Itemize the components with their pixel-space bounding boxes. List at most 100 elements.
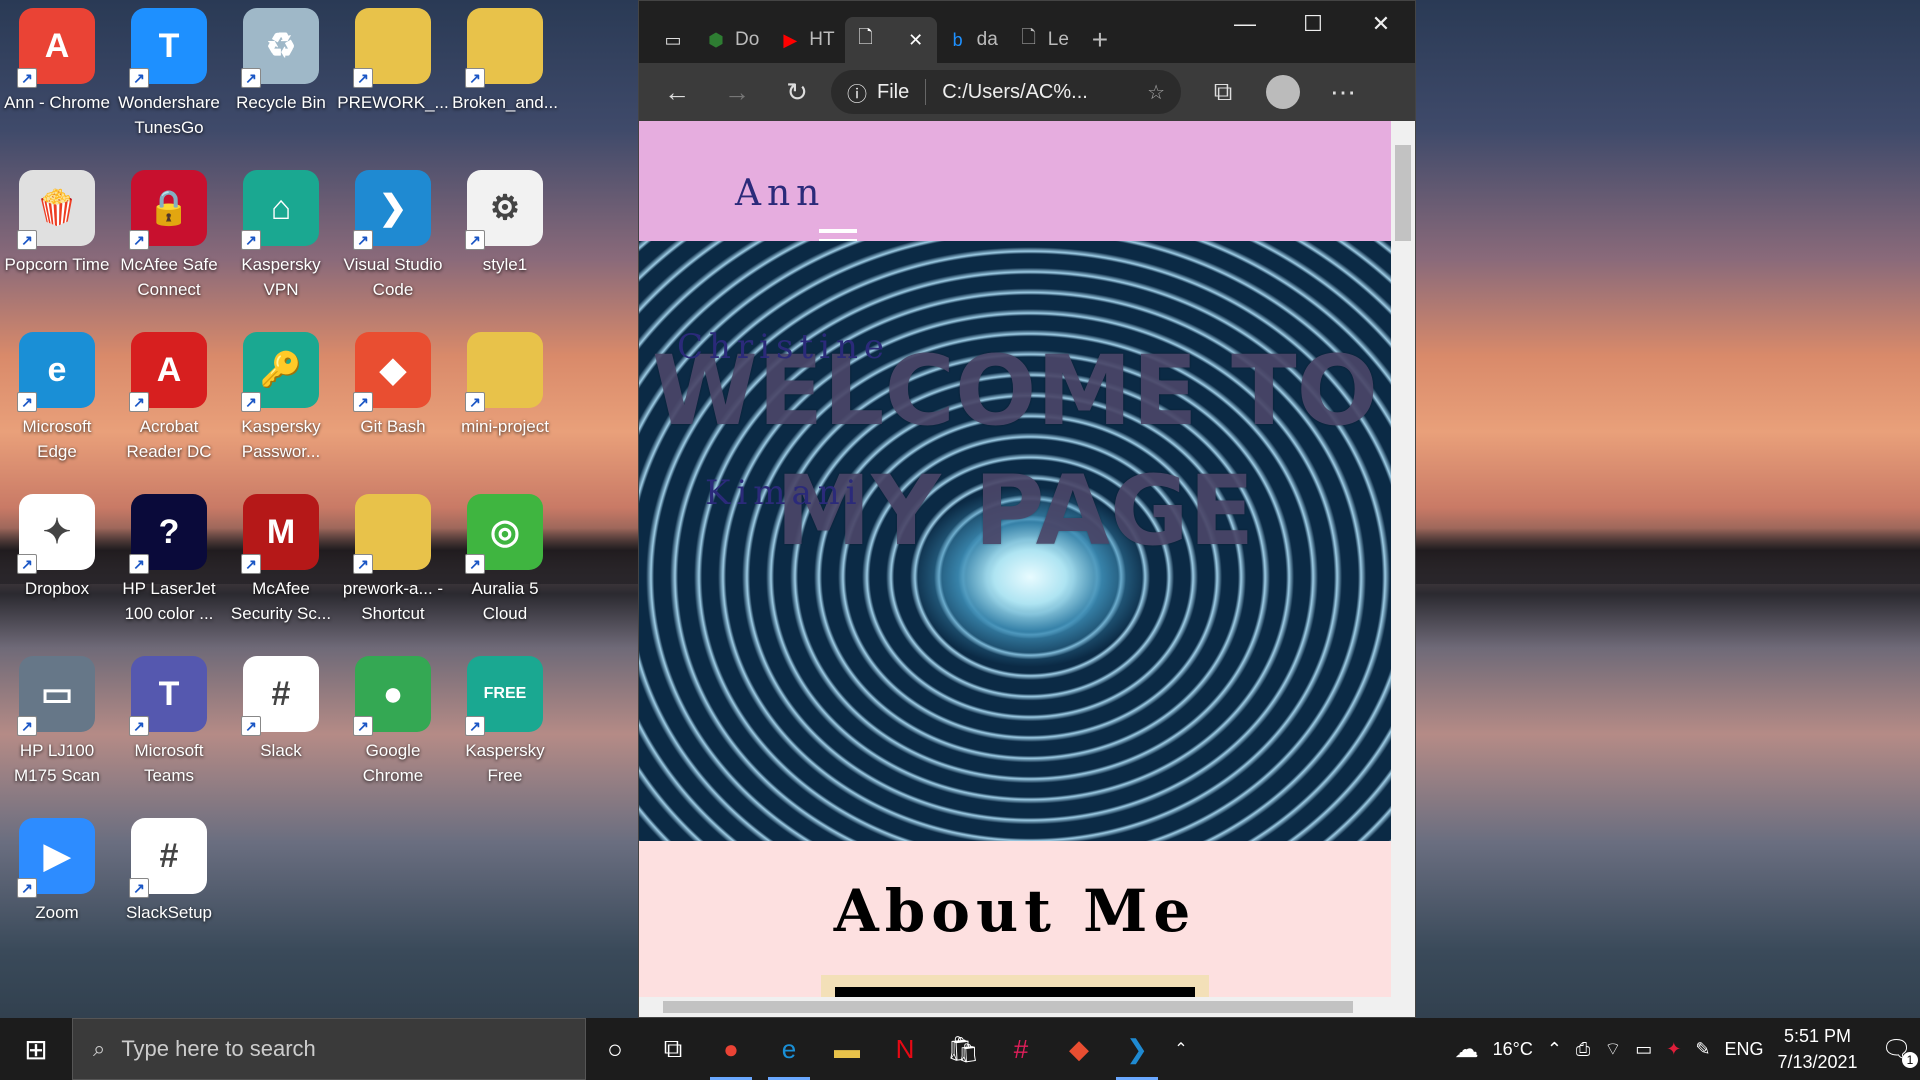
file-explorer-icon[interactable]: ▬: [818, 1018, 876, 1080]
battery-icon[interactable]: ▭: [1635, 1039, 1652, 1060]
tab-da[interactable]: b da: [937, 17, 1008, 63]
shortcut-arrow-icon: ↗: [353, 392, 373, 412]
tab-ht[interactable]: ▶ HT: [769, 17, 844, 63]
zoom-icon: ▶ ↗: [17, 818, 95, 898]
tunesgo-icon: T ↗: [129, 8, 207, 88]
store-icon[interactable]: 🛍: [934, 1018, 992, 1080]
close-tab-icon[interactable]: ✕: [905, 29, 927, 51]
netflix-icon[interactable]: N: [876, 1018, 934, 1080]
desktop-icon[interactable]: ▭ ↗ HP LJ100 M175 Scan: [1, 650, 113, 800]
shortcut-arrow-icon: ↗: [465, 716, 485, 736]
desktop-icon-label: Ann - Chrome: [4, 93, 110, 112]
desktop-icon[interactable]: ↗ PREWORK_...: [337, 2, 449, 152]
maximize-icon[interactable]: ☐: [1279, 1, 1347, 47]
vertical-scrollbar[interactable]: [1391, 121, 1415, 1001]
desktop-icon[interactable]: M ↗ McAfee Security Sc...: [225, 488, 337, 638]
weather-icon[interactable]: ☁: [1455, 1035, 1479, 1064]
desktop-icon[interactable]: # ↗ SlackSetup: [113, 812, 225, 962]
desktop-icon[interactable]: ? ↗ HP LaserJet 100 color ...: [113, 488, 225, 638]
shortcut-arrow-icon: ↗: [129, 230, 149, 250]
git-taskbar-icon[interactable]: ◆: [1050, 1018, 1108, 1080]
new-tab-button[interactable]: +: [1079, 17, 1121, 63]
folder-icon: ↗: [465, 332, 543, 412]
back-icon[interactable]: ←: [651, 70, 703, 114]
desktop-icon[interactable]: 🍿 ↗ Popcorn Time: [1, 164, 113, 314]
collections-icon[interactable]: ⧉: [1197, 70, 1249, 114]
desktop-icon[interactable]: ◎ ↗ Auralia 5 Cloud: [449, 488, 561, 638]
desktop-icon-label: Google Chrome: [362, 741, 424, 785]
shortcut-arrow-icon: ↗: [129, 716, 149, 736]
desktop-icon[interactable]: ↗ mini-project: [449, 326, 561, 476]
desktop-icon[interactable]: ▶ ↗ Zoom: [1, 812, 113, 962]
desktop-icon[interactable]: A ↗ Ann - Chrome: [1, 2, 113, 152]
slack-icon: # ↗: [241, 656, 319, 736]
shortcut-arrow-icon: ↗: [353, 68, 373, 88]
desktop-icon[interactable]: ⚙ ↗ style1: [449, 164, 561, 314]
edge-taskbar-icon[interactable]: e: [760, 1018, 818, 1080]
shortcut-arrow-icon: ↗: [129, 68, 149, 88]
hero-last-name: Kimani: [705, 473, 863, 513]
pen-icon[interactable]: ✎: [1695, 1039, 1710, 1060]
desktop-icon[interactable]: ● ↗ Google Chrome: [337, 650, 449, 800]
desktop-icon-label: Microsoft Teams: [134, 741, 204, 785]
profile-button[interactable]: [1257, 70, 1309, 114]
shortcut-arrow-icon: ↗: [465, 230, 485, 250]
scrollbar-thumb[interactable]: [1395, 145, 1411, 241]
clock[interactable]: 5:51 PM 7/13/2021: [1777, 1023, 1857, 1075]
language-indicator[interactable]: ENG: [1724, 1039, 1763, 1060]
desktop-icon[interactable]: 🔒 ↗ McAfee Safe Connect: [113, 164, 225, 314]
desktop-icon[interactable]: e ↗ Microsoft Edge: [1, 326, 113, 476]
chrome-icon: A ↗: [17, 8, 95, 88]
window-controls: — ☐ ✕: [1211, 1, 1415, 47]
taskbar-search[interactable]: ⌕ Type here to search: [72, 1018, 586, 1080]
overflow-chevron-icon[interactable]: ⌃: [1166, 1018, 1196, 1080]
desktop-icon[interactable]: 🔑 ↗ Kaspersky Passwor...: [225, 326, 337, 476]
tab-actions-icon[interactable]: ▭: [651, 29, 695, 51]
forward-icon[interactable]: →: [711, 70, 763, 114]
mcafee-icon: 🔒 ↗: [129, 170, 207, 250]
scrollbar-thumb[interactable]: [663, 1001, 1353, 1013]
notifications-icon[interactable]: 🗨 1: [1882, 1035, 1918, 1068]
folder-shortcut-icon: ↗: [353, 494, 431, 574]
desktop-icon[interactable]: ↗ Broken_and...: [449, 2, 561, 152]
tab-active[interactable]: 🗋 ✕: [844, 17, 937, 63]
slack-taskbar-icon[interactable]: #: [992, 1018, 1050, 1080]
desktop-icon[interactable]: T ↗ Microsoft Teams: [113, 650, 225, 800]
more-options-icon[interactable]: ⋯: [1317, 70, 1369, 114]
horizontal-scrollbar[interactable]: [639, 997, 1415, 1017]
refresh-icon[interactable]: ↻: [771, 70, 823, 114]
desktop-icon[interactable]: FREE ↗ Kaspersky Free: [449, 650, 561, 800]
kaspersky-tab-icon: ⬢: [708, 29, 724, 50]
info-icon[interactable]: ⓘ: [847, 78, 867, 107]
shortcut-arrow-icon: ↗: [17, 230, 37, 250]
close-window-icon[interactable]: ✕: [1347, 1, 1415, 47]
hero-banner: WELCOME TO MY PAGE Christine Kimani: [639, 241, 1391, 841]
minimize-icon[interactable]: —: [1211, 1, 1279, 47]
system-tray: ☁ 16°C ⌃ ⎙ ⌔ ▭ ✦ ✎ ENG 5:51 PM 7/13/2021…: [1455, 1023, 1920, 1075]
desktop-icon[interactable]: ✦ ↗ Dropbox: [1, 488, 113, 638]
meet-now-icon[interactable]: ⎙: [1576, 1039, 1590, 1060]
cortana-icon[interactable]: ○: [586, 1018, 644, 1080]
desktop-icon[interactable]: ↗ prework-a... - Shortcut: [337, 488, 449, 638]
chrome-icon: ● ↗: [353, 656, 431, 736]
network-icon[interactable]: ⌔: [1604, 1038, 1621, 1061]
dropbox-tray-icon[interactable]: ✦: [1666, 1039, 1681, 1060]
add-favorite-icon[interactable]: ☆: [1147, 80, 1165, 105]
shortcut-arrow-icon: ↗: [465, 554, 485, 574]
vscode-taskbar-icon[interactable]: ❯: [1108, 1018, 1166, 1080]
task-view-icon[interactable]: ⧉: [644, 1018, 702, 1080]
desktop-icon[interactable]: ⌂ ↗ Kaspersky VPN: [225, 164, 337, 314]
desktop-icon[interactable]: ◆ ↗ Git Bash: [337, 326, 449, 476]
desktop-icon[interactable]: A ↗ Acrobat Reader DC: [113, 326, 225, 476]
tab-le[interactable]: 🗋 Le: [1008, 17, 1079, 63]
address-bar[interactable]: ⓘ File C:/Users/AC%... ☆: [831, 70, 1181, 114]
windows-start-icon[interactable]: ⊞: [0, 1018, 72, 1080]
desktop-icon[interactable]: T ↗ Wondershare TunesGo: [113, 2, 225, 152]
desktop-icon[interactable]: # ↗ Slack: [225, 650, 337, 800]
tab-do[interactable]: ⬢ Do: [695, 17, 769, 63]
chrome-taskbar-icon[interactable]: ●: [702, 1018, 760, 1080]
desktop-icon[interactable]: ❯ ↗ Visual Studio Code: [337, 164, 449, 314]
show-hidden-icons[interactable]: ⌃: [1547, 1039, 1562, 1060]
desktop-icon[interactable]: ♻ ↗ Recycle Bin: [225, 2, 337, 152]
weather-temp[interactable]: 16°C: [1493, 1039, 1533, 1060]
